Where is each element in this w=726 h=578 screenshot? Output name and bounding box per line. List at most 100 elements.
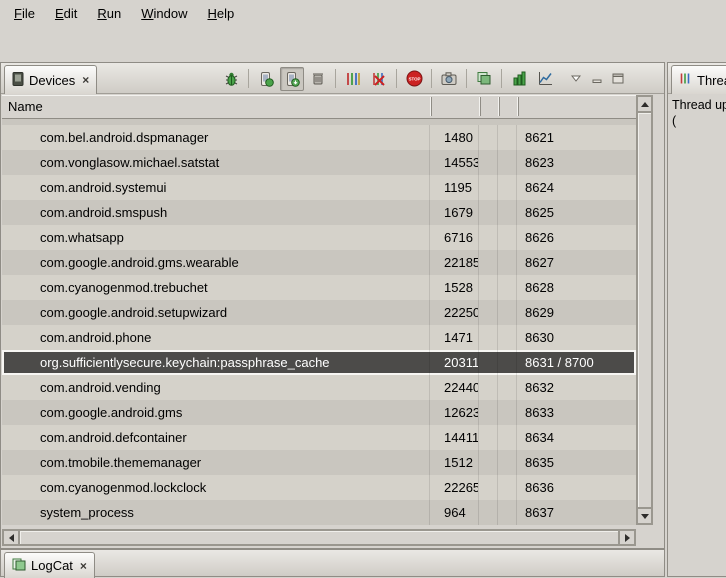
table-row[interactable]: com.tmobile.thememanager 1512 8635 [2,450,636,475]
empty-cell [498,275,517,300]
process-port: 8637 [517,500,636,525]
update-heap-button[interactable] [254,67,278,91]
process-pid: 14553 [430,150,479,175]
sysinfo-graph-button[interactable] [533,67,557,91]
scroll-down-button[interactable] [637,508,652,524]
threads-view: Threads Thread up ( [667,62,726,577]
stop-process-button[interactable]: STOP [402,67,426,91]
horizontal-scroll-thumb[interactable] [19,530,619,545]
vertical-scrollbar[interactable] [636,95,653,525]
process-port: 8634 [517,425,636,450]
table-row[interactable]: com.android.phone 1471 8630 [2,325,636,350]
device-icon [12,72,24,89]
table-row[interactable]: com.google.android.setupwizard 22250 862… [2,300,636,325]
process-pid: 12623 [430,400,479,425]
menu-run[interactable]: Run [87,1,131,26]
table-row[interactable]: com.bel.android.dspmanager 1480 8621 [2,125,636,150]
debug-process-button[interactable] [219,67,243,91]
menu-help[interactable]: Help [197,1,244,26]
update-threads-icon [345,71,361,87]
empty-cell [479,125,498,150]
tab-threads[interactable]: Threads [671,65,726,94]
table-row[interactable]: system_process 964 8637 [2,500,636,525]
empty-cell [498,500,517,525]
process-name: com.android.smspush [2,200,430,225]
trash-icon [311,71,325,86]
table-row[interactable]: com.android.vending 22440 8632 [2,375,636,400]
empty-cell [479,325,498,350]
empty-cell [498,225,517,250]
process-name: com.cyanogenmod.trebuchet [2,275,430,300]
empty-cell [479,175,498,200]
right-arrow-icon [625,534,630,542]
minimize-button[interactable] [588,67,606,91]
process-name: com.vonglasow.michael.satstat [2,150,430,175]
table-row[interactable]: com.google.android.gms.wearable 22185 86… [2,250,636,275]
process-port: 8636 [517,475,636,500]
process-name: com.android.defcontainer [2,425,430,450]
scroll-up-button[interactable] [637,96,652,112]
column-header-name[interactable]: Name [2,95,636,118]
heap-columns-button[interactable] [507,67,531,91]
view-menu-button[interactable] [567,67,585,91]
vertical-scroll-thumb[interactable] [637,112,652,508]
empty-cell [498,475,517,500]
stop-sign-icon: STOP [406,70,423,87]
tab-devices[interactable]: Devices × [4,65,97,94]
column-divider[interactable] [430,97,432,116]
process-pid: 1528 [430,275,479,300]
process-port: 8627 [517,250,636,275]
process-name: system_process [2,500,430,525]
menu-bar: File Edit Run Window Help [0,0,726,27]
scroll-left-button[interactable] [3,530,19,545]
empty-cell [498,350,517,375]
left-arrow-icon [9,534,14,542]
table-header: Name [2,95,636,119]
logcat-view: LogCat × [0,549,665,577]
eclipse-ddms-window: File Edit Run Window Help Devices × [0,0,726,577]
green-columns-icon [512,71,527,86]
empty-cell [498,450,517,475]
capture-views-button[interactable] [472,67,496,91]
dump-hprof-button[interactable] [280,67,304,91]
column-divider[interactable] [498,97,500,116]
table-row[interactable]: com.cyanogenmod.lockclock 22265 8636 [2,475,636,500]
empty-cell [479,225,498,250]
empty-cell [479,375,498,400]
table-row[interactable]: com.android.defcontainer 14411 8634 [2,425,636,450]
table-row[interactable]: com.android.smspush 1679 8625 [2,200,636,225]
process-pid: 1471 [430,325,479,350]
process-port: 8632 [517,375,636,400]
cause-gc-button[interactable] [306,67,330,91]
scroll-right-button[interactable] [619,530,635,545]
table-row[interactable]: com.vonglasow.michael.satstat 14553 8623 [2,150,636,175]
close-icon[interactable]: × [80,560,87,572]
table-row[interactable]: com.whatsapp 6716 8626 [2,225,636,250]
tab-logcat[interactable]: LogCat × [4,552,95,578]
table-row[interactable]: com.cyanogenmod.trebuchet 1528 8628 [2,275,636,300]
process-port: 8629 [517,300,636,325]
column-divider[interactable] [479,97,481,116]
menu-file[interactable]: File [4,1,45,26]
empty-cell [498,175,517,200]
process-name: com.android.systemui [2,175,430,200]
tab-devices-label: Devices [29,73,75,88]
menu-window[interactable]: Window [131,1,197,26]
empty-cell [498,125,517,150]
process-port: 8623 [517,150,636,175]
close-icon[interactable]: × [82,74,89,86]
toolbar-separator [248,69,249,88]
threads-message-line1: Thread up [672,97,726,113]
horizontal-scrollbar[interactable] [2,529,636,546]
table-row[interactable]: org.sufficientlysecure.keychain:passphra… [2,350,636,375]
update-threads-button[interactable] [341,67,365,91]
table-row[interactable]: com.android.systemui 1195 8624 [2,175,636,200]
stop-thread-updates-button[interactable] [367,67,391,91]
column-divider[interactable] [517,97,519,116]
table-row[interactable]: com.google.android.gms 12623 8633 [2,400,636,425]
process-pid: 14411 [430,425,479,450]
empty-cell [498,425,517,450]
maximize-button[interactable] [609,67,627,91]
screen-capture-button[interactable] [437,67,461,91]
menu-edit[interactable]: Edit [45,1,87,26]
